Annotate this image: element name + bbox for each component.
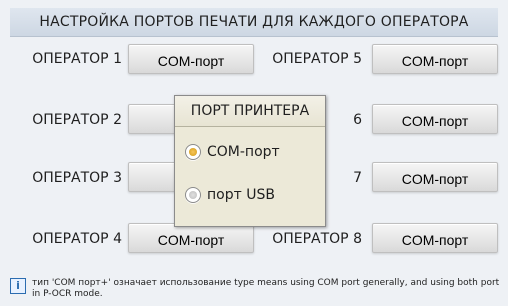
operator-1-port-button[interactable]: COM-порт (128, 44, 254, 74)
radio-com-port[interactable]: COM-порт (185, 140, 317, 164)
operator-5-port-button[interactable]: COM-порт (372, 44, 498, 74)
operator-1-label: ОПЕРАТОР 1 (32, 51, 122, 67)
info-footer: i тип 'COM порт+' означает использование… (10, 278, 500, 302)
radio-unselected-icon (185, 187, 201, 203)
info-icon: i (10, 278, 26, 294)
operator-4-label: ОПЕРАТОР 4 (32, 231, 122, 247)
operator-7-port-button[interactable]: COM-порт (372, 162, 498, 192)
printer-port-dialog-title: ПОРТ ПРИНТЕРА (175, 96, 325, 127)
radio-usb-port-label: порт USB (207, 187, 275, 203)
radio-selected-icon (185, 144, 201, 160)
operator-3-label: ОПЕРАТОР 3 (32, 170, 122, 186)
radio-com-port-label: COM-порт (207, 144, 280, 160)
radio-usb-port[interactable]: порт USB (185, 183, 317, 207)
operator-8-port-button[interactable]: COM-порт (372, 223, 498, 253)
operator-2-label: ОПЕРАТОР 2 (32, 112, 122, 128)
printer-port-dialog: ПОРТ ПРИНТЕРА COM-порт порт USB (174, 95, 326, 227)
page-title: НАСТРОЙКА ПОРТОВ ПЕЧАТИ ДЛЯ КАЖДОГО ОПЕР… (10, 8, 498, 37)
operator-6-port-button[interactable]: COM-порт (372, 104, 498, 134)
operator-5-label: ОПЕРАТОР 5 (272, 51, 362, 67)
operator-8-label: ОПЕРАТОР 8 (272, 231, 362, 247)
operator-4-port-button[interactable]: COM-порт (128, 223, 254, 253)
info-text: тип 'COM порт+' означает использование t… (32, 278, 500, 299)
